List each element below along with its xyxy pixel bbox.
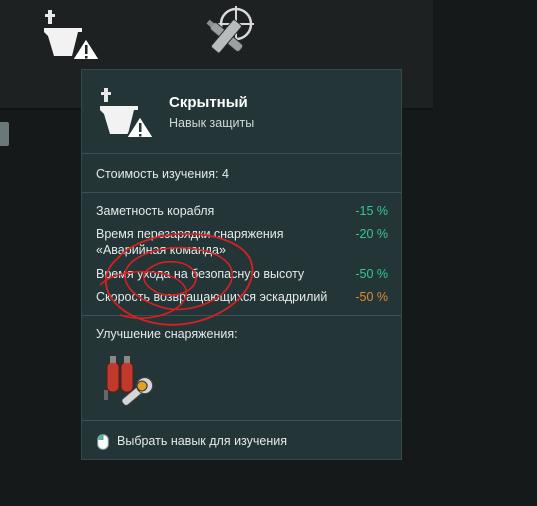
stat-label: Заметность корабля [96,204,215,218]
stat-row: Скорость возвращающихся эскадрилий -50 % [96,289,388,305]
carrier-concealment-warning-icon[interactable] [42,6,104,62]
stat-label: Время ухода на безопасную высоту [96,267,305,281]
skill-title: Скрытный [169,94,248,111]
stat-value: -20 % [355,227,388,241]
skill-subtitle: Навык защиты [169,116,255,130]
carrier-concealment-warning-icon [100,88,156,139]
tooltip-footer: Выбрать навык для изучения [82,421,401,459]
stat-value: -50 % [355,290,388,304]
consumable-upgrade-section: Улучшение снаряжения: [82,316,401,421]
stat-row: Время перезарядки снаряжения «Аварийная … [96,226,388,258]
stat-value: -15 % [355,204,388,218]
stat-value: -50 % [355,267,388,281]
tooltip-header: Скрытный Навык защиты [82,70,401,154]
skill-tooltip: Скрытный Навык защиты Стоимость изучения… [81,69,402,460]
stat-label: Время перезарядки снаряжения «Аварийная … [96,227,284,257]
stat-row: Время ухода на безопасную высоту -50 % [96,266,388,282]
stat-row: Заметность корабля -15 % [96,203,388,219]
scroll-tab[interactable] [0,122,9,146]
skill-stats: Заметность корабля -15 % Время перезаряд… [82,193,401,316]
upgrade-label: Улучшение снаряжения: [96,327,238,341]
mouse-left-click-icon [97,434,109,450]
select-skill-hint: Выбрать навык для изучения [117,434,288,448]
skill-cost: Стоимость изучения: 4 [96,167,229,181]
stat-label: Скорость возвращающихся эскадрилий [96,290,328,304]
plane-target-icon[interactable] [198,4,260,62]
damage-control-wrench-icon [104,356,154,406]
cost-row: Стоимость изучения: 4 [82,153,401,193]
